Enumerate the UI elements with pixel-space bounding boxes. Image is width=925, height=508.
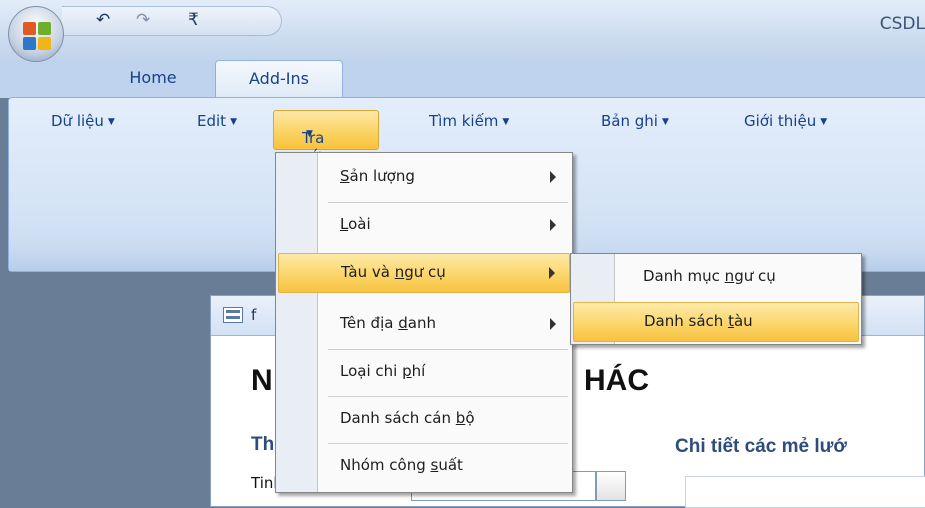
menu-item-label: Loại chi phí: [340, 362, 425, 380]
menu-item-loai-chi-phi[interactable]: Loại chi phí: [278, 353, 570, 393]
menu-item-label: Sản lượng: [340, 167, 415, 185]
menu-divider: [328, 202, 568, 203]
label-accel: n: [394, 263, 405, 281]
label-pre: Loại chi: [340, 362, 403, 380]
menu-tra-cuu[interactable]: Tra cứu▼: [273, 110, 379, 165]
tab-add-ins[interactable]: Add-Ins: [215, 60, 343, 98]
label-post: ộ: [465, 409, 475, 427]
label-post: gư cụ: [404, 263, 446, 281]
menu-ban-ghi[interactable]: Bản ghi ▼: [601, 112, 669, 130]
menu-edit[interactable]: Edit ▼: [197, 112, 237, 130]
menu-du-lieu[interactable]: Dữ liệu ▼: [51, 112, 115, 130]
menu-item-label: Nhóm công suất: [340, 456, 463, 474]
form-subheading-right: Chi tiết các mẻ lướ: [675, 436, 847, 457]
label-pre: Tàu và: [341, 263, 395, 281]
menu-item-nhom-cong-suat[interactable]: Nhóm công suất: [278, 447, 570, 487]
menu-item-label: Tàu và ngư cụ: [341, 263, 446, 281]
redo-icon[interactable]: ↷: [136, 10, 150, 30]
label-post: hí: [411, 362, 426, 380]
label-accel: S: [340, 167, 350, 185]
menu-divider: [328, 396, 568, 397]
menu-item-ten-dia-danh[interactable]: Tên địa danh: [278, 305, 570, 345]
submenu-arrow-icon: [550, 318, 556, 330]
form-heading-left: N: [251, 364, 273, 397]
chevron-down-icon: ▼: [107, 116, 115, 127]
label-pre: Danh mục: [643, 267, 725, 285]
menu-item-tau-va-ngu-cu[interactable]: Tàu và ngư cụ: [278, 253, 570, 293]
menu-item-san-luong[interactable]: Sản lượng: [278, 158, 570, 198]
label-post: ản lượng: [349, 167, 415, 185]
chevron-down-icon: ▼: [820, 116, 828, 127]
label-post: àu: [733, 312, 753, 330]
menu-gioi-thieu-label: Giới thiệu: [744, 112, 817, 130]
menu-ban-ghi-label: Bản ghi: [601, 112, 658, 130]
label-accel: b: [455, 409, 466, 427]
label-pre: Danh sách: [644, 312, 729, 330]
tra-cuu-dropdown: Sản lượng Loài Tàu và ngư cụ Tên địa dan…: [275, 152, 573, 493]
label-accel: n: [724, 267, 735, 285]
menu-divider: [328, 349, 568, 350]
tinh-dropdown-button[interactable]: [596, 471, 626, 501]
menu-gioi-thieu[interactable]: Giới thiệu ▼: [744, 112, 827, 130]
label-accel: L: [340, 215, 349, 233]
submenu-arrow-icon: [550, 171, 556, 183]
submenu-arrow-icon: [550, 219, 556, 231]
menu-item-label: Tên địa danh: [340, 314, 436, 332]
submenu-item-danh-sach-tau[interactable]: Danh sách tàu: [573, 302, 859, 342]
chevron-down-icon: ▼: [502, 116, 510, 127]
form-window-title: f: [251, 306, 257, 324]
label-pre: Danh sách cán: [340, 409, 456, 427]
label-pre: Tên địa: [340, 314, 399, 332]
submenu-item-danh-muc-ngu-cu[interactable]: Danh mục ngư cụ: [573, 258, 859, 298]
tau-va-ngu-cu-submenu: Danh mục ngư cụ Danh sách tàu: [570, 253, 862, 345]
menu-du-lieu-label: Dữ liệu: [51, 112, 104, 130]
menu-item-label: Danh sách cán bộ: [340, 409, 475, 427]
menu-tim-kiem-label: Tìm kiếm: [429, 112, 499, 130]
menu-item-label: Danh sách tàu: [644, 312, 753, 330]
menu-item-loai[interactable]: Loài: [278, 206, 570, 246]
label-post: uất: [438, 456, 463, 474]
detail-subform: [685, 476, 925, 508]
menu-tim-kiem[interactable]: Tìm kiếm ▼: [429, 112, 509, 130]
office-logo-icon: [23, 22, 51, 50]
menu-item-danh-sach-can-bo[interactable]: Danh sách cán bộ: [278, 400, 570, 440]
title-bar: ↶ ↷ ₹ CSDL: [0, 0, 925, 60]
label-accel: d: [398, 314, 408, 332]
menu-item-label: Danh mục ngư cụ: [643, 267, 776, 285]
customize-qat-icon[interactable]: ₹: [188, 10, 199, 30]
label-accel: p: [402, 362, 412, 380]
chevron-down-icon: ▼: [306, 129, 313, 139]
window-title: CSDL: [879, 14, 925, 34]
menu-item-label: Loài: [340, 215, 371, 233]
menu-edit-label: Edit: [197, 112, 227, 130]
label-post: oài: [348, 215, 371, 233]
chevron-down-icon: ▼: [230, 116, 237, 127]
chevron-down-icon: ▼: [661, 116, 669, 127]
label-post: gư cụ: [734, 267, 776, 285]
tab-home[interactable]: Home: [105, 60, 201, 98]
menu-divider: [328, 443, 568, 444]
form-subheading-left: Th: [251, 434, 275, 455]
label-pre: Nhóm công: [340, 456, 431, 474]
submenu-arrow-icon: [549, 267, 555, 279]
office-button[interactable]: [6, 4, 102, 64]
form-heading-right: HÁC: [584, 364, 649, 397]
form-icon: [223, 307, 243, 323]
label-post: anh: [407, 314, 436, 332]
